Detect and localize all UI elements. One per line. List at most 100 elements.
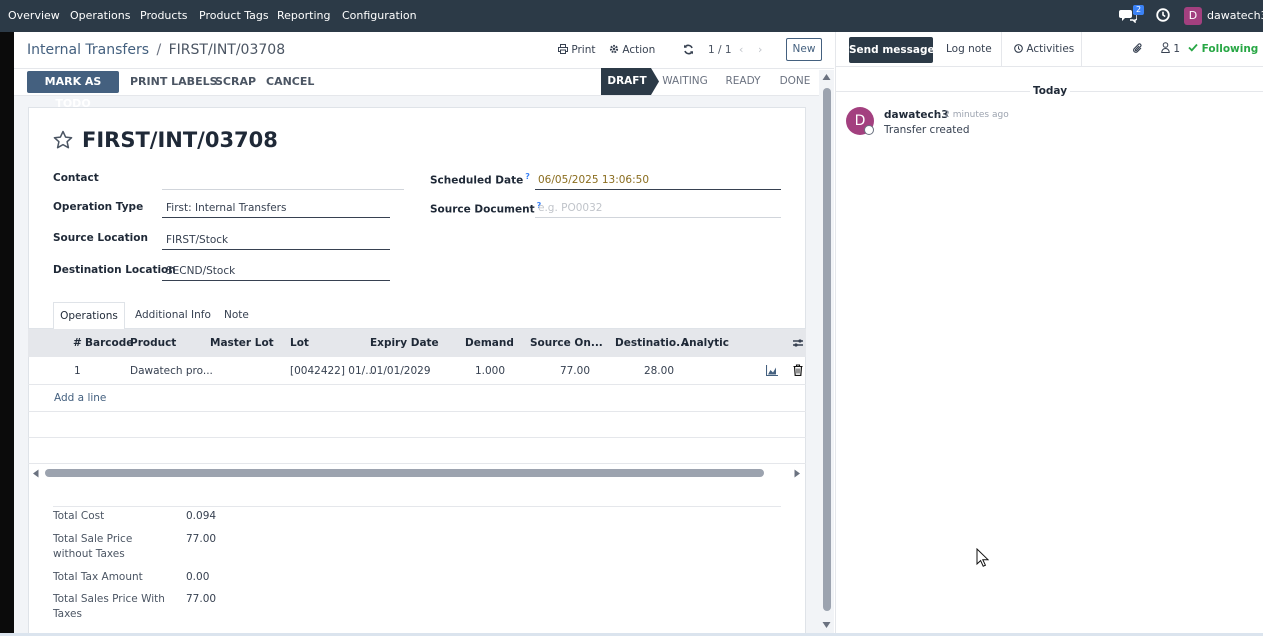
source-document-input[interactable]: e.g. PO0032	[538, 202, 602, 214]
row-lot[interactable]: [0042422] 01/...	[290, 365, 375, 377]
column-product[interactable]: Product	[130, 329, 176, 357]
status-waiting[interactable]: WAITING	[659, 68, 711, 95]
destination-location-underline	[162, 280, 390, 281]
column-analytic[interactable]: Analytic	[681, 329, 729, 357]
following-button[interactable]: Following	[1188, 42, 1258, 56]
column-lot[interactable]: Lot	[290, 329, 309, 357]
action-dropdown[interactable]: Action	[609, 42, 655, 58]
breadcrumb-parent[interactable]: Internal Transfers	[27, 42, 149, 58]
trash-icon[interactable]	[793, 364, 803, 376]
horizontal-scrollbar-thumb[interactable]	[45, 469, 764, 477]
scheduled-date-field[interactable]: 06/05/2025 13:06:50	[538, 174, 649, 186]
clock-icon	[1156, 8, 1170, 22]
presence-status-icon	[864, 125, 874, 135]
contact-field-underline	[162, 189, 404, 190]
destination-location-field[interactable]: SECND/Stock	[166, 265, 235, 277]
scheduled-date-help-icon[interactable]: ?	[525, 172, 530, 181]
activities-label: Activities	[1026, 43, 1075, 55]
add-line-row: Add a line	[28, 385, 806, 412]
print-dropdown[interactable]: Print	[558, 42, 596, 58]
date-separator-today: Today	[1030, 84, 1070, 99]
total-tax-amount-label: Total Tax Amount	[53, 571, 143, 583]
refresh-icon	[684, 44, 693, 55]
mouse-cursor-icon	[976, 548, 989, 567]
breadcrumb: Internal Transfers / FIRST/INT/03708	[27, 40, 285, 60]
message-count-badge: 2	[1133, 5, 1144, 15]
scrap-button[interactable]: SCRAP	[215, 71, 256, 93]
tab-operations[interactable]: Operations	[53, 302, 125, 329]
status-ready[interactable]: READY	[718, 68, 768, 95]
chatter-divider	[1001, 32, 1002, 66]
add-line-link[interactable]: Add a line	[54, 392, 106, 404]
totals-divider	[53, 506, 781, 507]
paperclip-icon[interactable]	[1132, 42, 1144, 55]
menu-product-tags[interactable]: Product Tags	[199, 0, 269, 32]
scroll-right-icon[interactable]	[794, 469, 801, 478]
menu-products[interactable]: Products	[140, 0, 188, 32]
empty-row	[28, 412, 806, 438]
status-done[interactable]: DONE	[771, 68, 819, 95]
scroll-down-icon[interactable]	[822, 621, 831, 629]
column-number[interactable]: #	[73, 329, 82, 357]
activities-button[interactable]: Activities	[1014, 42, 1074, 56]
mark-as-todo-button[interactable]: MARK AS TODO	[27, 71, 119, 110]
source-location-label: Source Location	[53, 232, 148, 244]
activities-clock-button[interactable]	[1156, 8, 1170, 22]
log-note-button[interactable]: Log note	[946, 43, 992, 55]
total-cost-value: 0.094	[186, 510, 217, 522]
pager-next-icon[interactable]: ›	[758, 42, 762, 58]
send-message-button[interactable]: Send message	[849, 37, 935, 63]
column-source-on[interactable]: Source On...	[530, 329, 603, 357]
form-scrollbar[interactable]	[819, 70, 834, 636]
column-master-lot[interactable]: Master Lot	[210, 329, 274, 357]
table-row[interactable]: 1 Dawatech pro... [0042422] 01/... 01/01…	[28, 357, 806, 385]
gear-icon	[609, 44, 619, 54]
source-location-field[interactable]: FIRST/Stock	[166, 234, 228, 246]
menu-reporting[interactable]: Reporting	[277, 0, 330, 32]
column-expiry-date[interactable]: Expiry Date	[370, 329, 439, 357]
menu-configuration[interactable]: Configuration	[342, 0, 417, 32]
menu-operations[interactable]: Operations	[70, 0, 130, 32]
chatter-topbar-divider	[836, 66, 1263, 67]
messaging-button[interactable]: 2	[1119, 5, 1145, 25]
row-expiry-date[interactable]: 01/01/2029	[370, 365, 431, 377]
column-barcode[interactable]: Barcode	[85, 329, 133, 357]
tab-additional-info[interactable]: Additional Info	[135, 309, 211, 321]
new-record-button[interactable]: New	[786, 38, 822, 61]
followers-button[interactable]: 1	[1161, 42, 1180, 56]
pager-previous-icon[interactable]: ‹	[739, 42, 743, 58]
scrollbar-thumb[interactable]	[823, 88, 831, 611]
tab-note[interactable]: Note	[224, 309, 249, 321]
chatter-panel	[835, 32, 1263, 636]
total-tax-amount-value: 0.00	[186, 571, 210, 583]
favorite-star-icon[interactable]	[53, 130, 73, 149]
source-document-label: Source Document?	[430, 201, 542, 216]
forecast-chart-icon[interactable]	[766, 365, 778, 376]
row-demand[interactable]: 1.000	[468, 365, 505, 377]
scheduled-date-underline	[535, 189, 781, 190]
scroll-up-icon[interactable]	[822, 73, 831, 81]
total-sale-price-without-taxes-label: Total Sale Price without Taxes	[53, 533, 133, 560]
total-sales-price-with-taxes-label: Total Sales Price With Taxes	[53, 593, 165, 620]
row-product[interactable]: Dawatech pro...	[130, 365, 213, 377]
row-destination: 28.00	[643, 365, 674, 377]
column-destination[interactable]: Destinatio...	[615, 329, 688, 357]
pager-value[interactable]: 1 / 1	[708, 42, 732, 58]
checkmark-icon	[1188, 43, 1198, 52]
statusbar: DRAFT WAITING READY DONE	[601, 68, 821, 95]
operation-type-field[interactable]: First: Internal Transfers	[166, 202, 286, 214]
reload-button[interactable]	[683, 44, 694, 55]
optional-columns-toggle-icon[interactable]	[792, 337, 804, 349]
menu-overview[interactable]: Overview	[8, 0, 60, 32]
message-body: Transfer created	[884, 124, 970, 136]
print-labels-button[interactable]: PRINT LABELS	[130, 71, 218, 93]
clock-icon	[1014, 44, 1023, 53]
column-demand[interactable]: Demand	[465, 329, 514, 357]
operation-type-label: Operation Type	[53, 201, 144, 213]
scroll-left-icon[interactable]	[32, 469, 39, 478]
cancel-button[interactable]: CANCEL	[266, 71, 314, 93]
status-draft[interactable]: DRAFT	[601, 68, 653, 95]
message-avatar[interactable]: D	[846, 107, 874, 135]
user-menu[interactable]: D dawatech3	[1184, 7, 1263, 25]
table-horizontal-scrollbar[interactable]	[29, 466, 806, 480]
